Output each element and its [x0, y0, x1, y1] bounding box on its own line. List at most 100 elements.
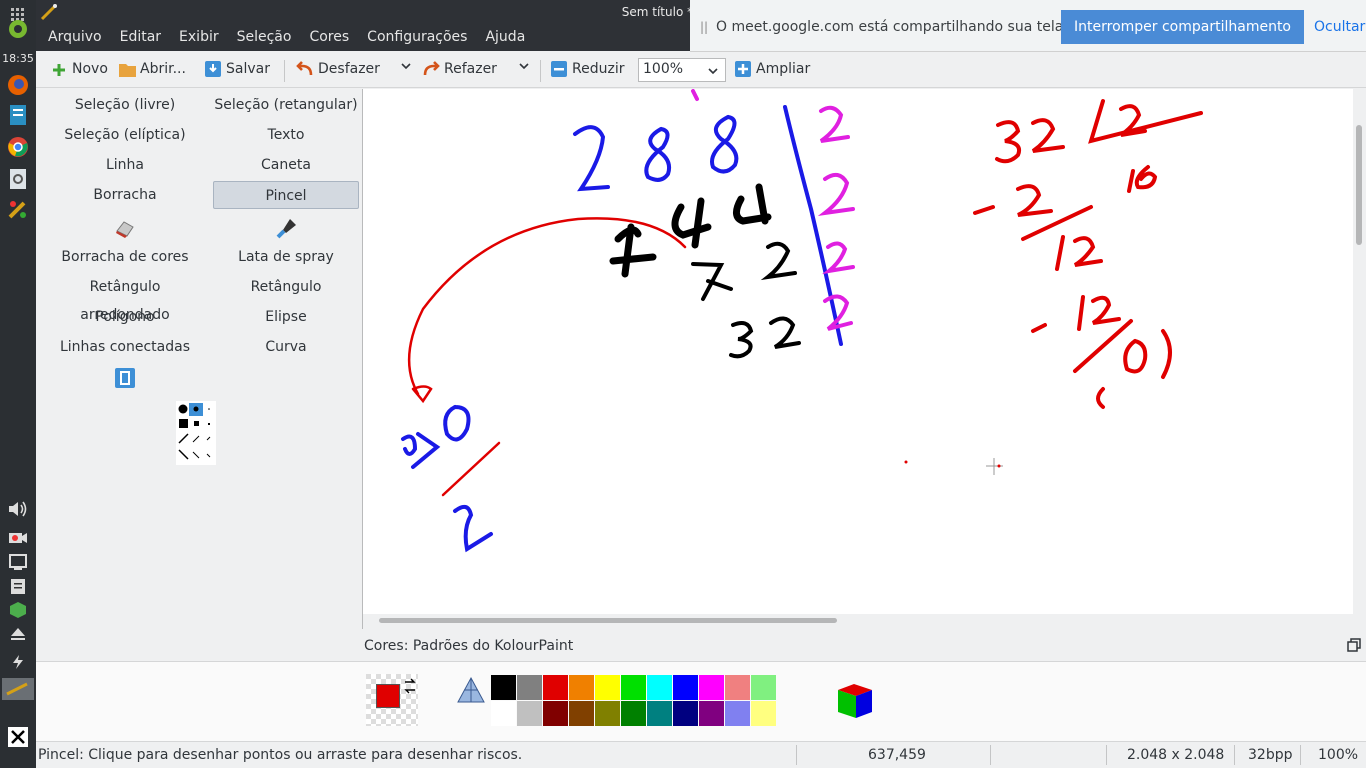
- new-button[interactable]: Novo: [50, 60, 108, 78]
- palette-swatch[interactable]: [595, 675, 620, 700]
- power-icon[interactable]: [6, 651, 30, 673]
- color-eraser-icon[interactable]: [114, 217, 136, 239]
- network-icon[interactable]: [6, 551, 30, 573]
- tool-connected-lines[interactable]: Linhas conectadas: [52, 333, 198, 361]
- zoom-in-label: Ampliar: [756, 61, 811, 77]
- camera-icon[interactable]: [6, 527, 30, 549]
- palette-swatch[interactable]: [491, 675, 516, 700]
- firefox-icon[interactable]: [6, 74, 30, 96]
- redo-button[interactable]: Refazer: [422, 60, 497, 78]
- hide-banner-link[interactable]: Ocultar: [1314, 19, 1365, 35]
- drag-handle[interactable]: ||: [700, 20, 708, 34]
- vertical-scrollbar[interactable]: [1356, 125, 1362, 245]
- canvas-area: [362, 89, 1366, 629]
- eject-icon[interactable]: [6, 623, 30, 645]
- menu-selecao[interactable]: Seleção: [237, 26, 292, 51]
- drawing-canvas[interactable]: [363, 89, 1353, 614]
- tool-ellipse[interactable]: Elipse: [213, 303, 359, 331]
- image-viewer-icon[interactable]: [6, 168, 30, 190]
- palette-swatch[interactable]: [491, 701, 516, 726]
- redo-label: Refazer: [444, 61, 497, 77]
- zoom-in-button[interactable]: Ampliar: [734, 60, 810, 78]
- chevron-down-icon: [519, 63, 529, 70]
- status-bar: Pincel: Clique para desenhar pontos ou a…: [36, 741, 1366, 768]
- palette-swatch[interactable]: [699, 701, 724, 726]
- palette-swatch[interactable]: [543, 701, 568, 726]
- undo-dropdown[interactable]: [400, 60, 412, 72]
- zoom-in-icon: [735, 61, 751, 77]
- palette-swatch[interactable]: [699, 675, 724, 700]
- tool-elliptic-selection[interactable]: Seleção (elíptica): [52, 121, 198, 149]
- palette-swatch[interactable]: [647, 701, 672, 726]
- clipboard-icon[interactable]: [6, 575, 30, 597]
- palette-swatch[interactable]: [621, 675, 646, 700]
- restore-panel-icon[interactable]: [1347, 638, 1361, 652]
- palette-swatch[interactable]: [569, 701, 594, 726]
- system-panel: 18:35: [0, 0, 36, 768]
- app-launcher-icon[interactable]: [6, 18, 30, 40]
- palette-swatch[interactable]: [569, 675, 594, 700]
- color-cube-icon[interactable]: [834, 680, 876, 722]
- zoom-select[interactable]: 100%: [638, 58, 726, 82]
- tool-eraser[interactable]: Borracha: [52, 181, 198, 209]
- chrome-icon[interactable]: [6, 136, 30, 158]
- menu-exibir[interactable]: Exibir: [179, 26, 219, 51]
- tool-line[interactable]: Linha: [52, 151, 198, 179]
- palette-swatch[interactable]: [751, 701, 776, 726]
- active-window-thumbnail[interactable]: [2, 678, 34, 700]
- new-icon: [53, 64, 65, 76]
- volume-icon[interactable]: [6, 498, 30, 520]
- palette-swatch[interactable]: [543, 675, 568, 700]
- redo-dropdown[interactable]: [518, 60, 530, 72]
- horizontal-scrollbar[interactable]: [379, 618, 837, 623]
- tool-rounded-rectangle[interactable]: Retângulo arredondado: [44, 273, 206, 323]
- palette-swatch[interactable]: [647, 675, 672, 700]
- palette-swatch[interactable]: [517, 675, 542, 700]
- zoom-out-button[interactable]: Reduzir: [550, 60, 624, 78]
- menu-arquivo[interactable]: Arquivo: [48, 26, 102, 51]
- undo-button[interactable]: Desfazer: [296, 60, 380, 78]
- tool-polygon[interactable]: Polígono: [52, 303, 198, 331]
- palette-swatch[interactable]: [751, 675, 776, 700]
- tool-spray[interactable]: Lata de spray: [213, 243, 359, 271]
- palette-swatch[interactable]: [621, 701, 646, 726]
- menu-ajuda[interactable]: Ajuda: [485, 26, 525, 51]
- status-separator: [990, 745, 991, 765]
- palette-swatch[interactable]: [725, 675, 750, 700]
- kolourpaint-icon[interactable]: [6, 198, 30, 220]
- color-palette: [491, 675, 777, 727]
- tool-rect-selection[interactable]: Seleção (retangular): [213, 91, 359, 119]
- swap-colors-icon[interactable]: [402, 678, 418, 694]
- palette-swatch[interactable]: [725, 701, 750, 726]
- save-button[interactable]: Salvar: [204, 60, 270, 78]
- tool-panel: Seleção (livre) Seleção (retangular) Sel…: [36, 89, 362, 629]
- transparency-mode-icon[interactable]: [456, 676, 486, 706]
- brush-option-icon[interactable]: [115, 368, 137, 390]
- palette-swatch[interactable]: [517, 701, 542, 726]
- palette-swatch[interactable]: [595, 701, 620, 726]
- tool-brush[interactable]: Pincel: [213, 181, 359, 209]
- tool-color-eraser[interactable]: Borracha de cores: [52, 243, 198, 271]
- status-separator: [796, 745, 797, 765]
- tool-free-selection[interactable]: Seleção (livre): [52, 91, 198, 119]
- tool-curve[interactable]: Curva: [213, 333, 359, 361]
- file-manager-icon[interactable]: [6, 104, 30, 126]
- menu-editar[interactable]: Editar: [120, 26, 161, 51]
- foreground-color[interactable]: [376, 684, 400, 708]
- close-x-icon[interactable]: [6, 726, 30, 748]
- menu-cores[interactable]: Cores: [309, 26, 349, 51]
- chevron-down-icon: [708, 68, 718, 75]
- palette-swatch[interactable]: [673, 675, 698, 700]
- spray-can-icon[interactable]: [276, 217, 298, 239]
- tool-rectangle[interactable]: Retângulo: [213, 273, 359, 301]
- package-icon[interactable]: [6, 599, 30, 621]
- open-button[interactable]: Abrir...: [118, 60, 186, 78]
- tool-text[interactable]: Texto: [213, 121, 359, 149]
- toolbar-separator: [540, 60, 541, 82]
- menu-configuracoes[interactable]: Configurações: [367, 26, 467, 51]
- tool-pen[interactable]: Caneta: [213, 151, 359, 179]
- brush-shape-grid[interactable]: [176, 401, 216, 465]
- palette-swatch[interactable]: [673, 701, 698, 726]
- stop-sharing-button[interactable]: Interromper compartilhamento: [1061, 10, 1304, 44]
- save-label: Salvar: [226, 61, 270, 77]
